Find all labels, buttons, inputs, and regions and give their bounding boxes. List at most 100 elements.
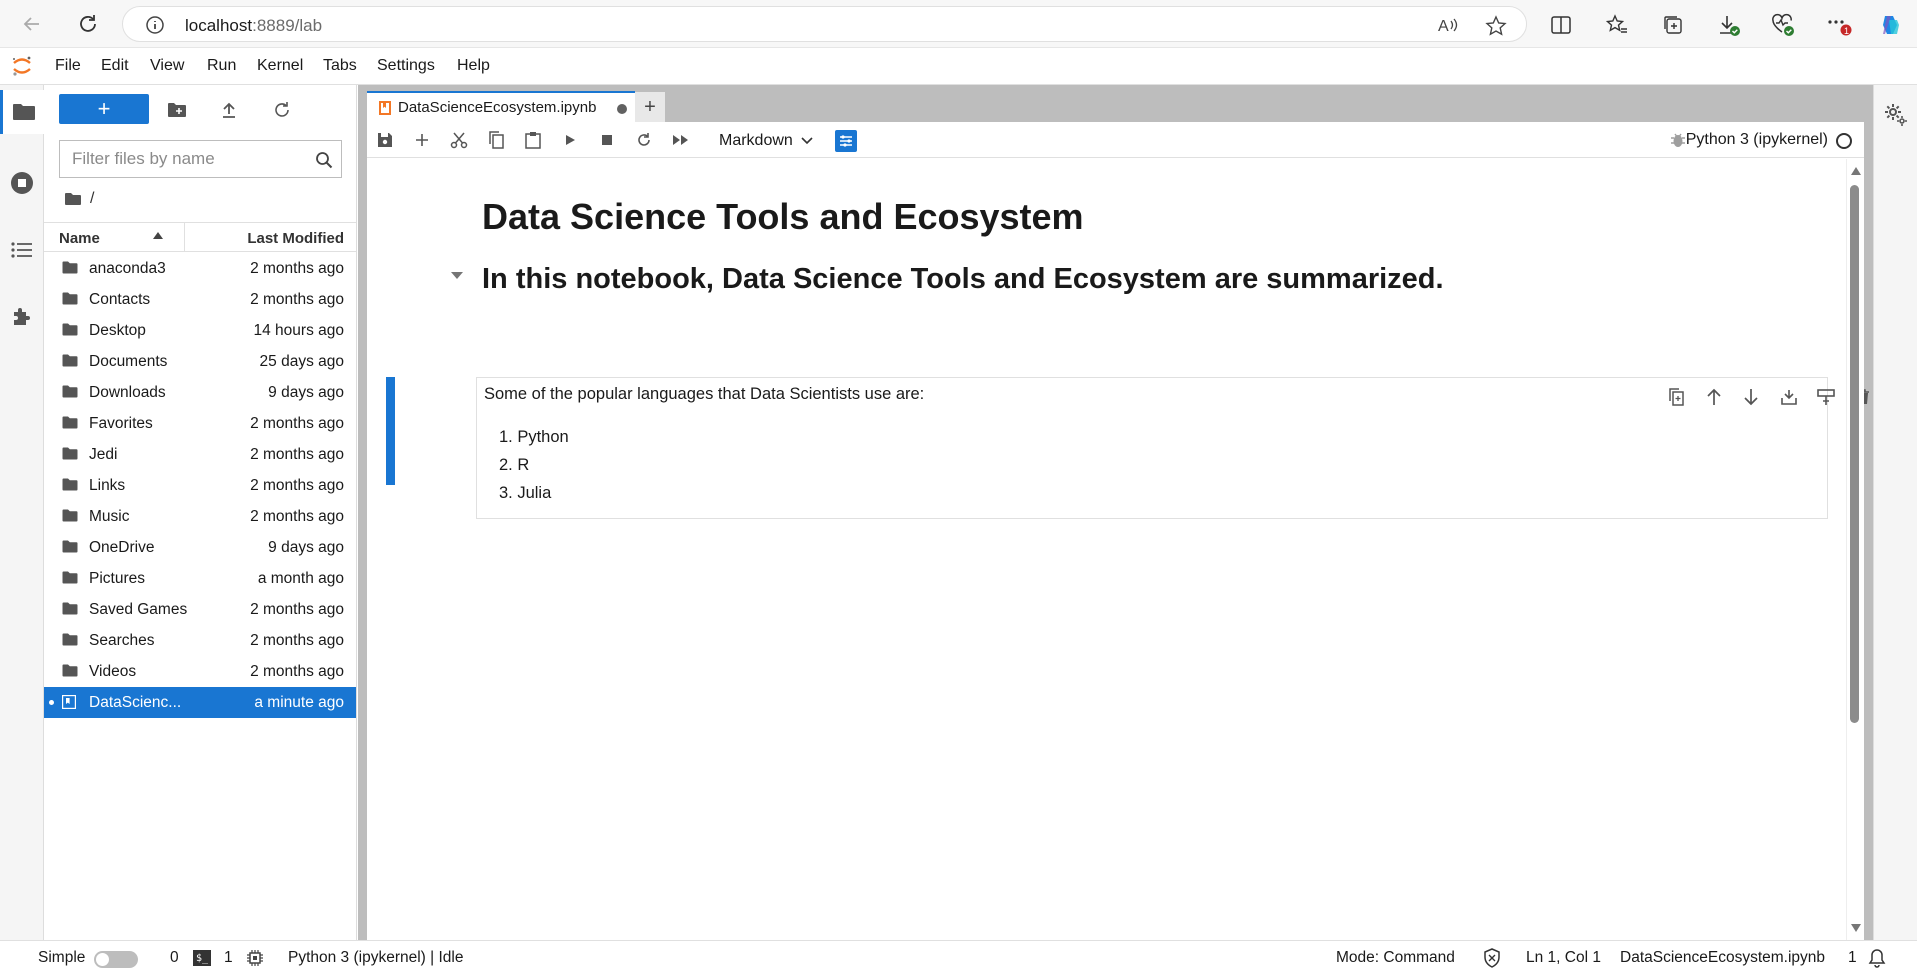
- tab-notebook[interactable]: DataScienceEcosystem.ipynb: [367, 91, 635, 122]
- file-name: Videos: [89, 663, 137, 680]
- file-row[interactable]: Contacts 2 months ago: [44, 284, 356, 315]
- file-row[interactable]: OneDrive 9 days ago: [44, 532, 356, 563]
- info-icon[interactable]: [145, 15, 165, 35]
- property-inspector-gear-icon[interactable]: [1884, 103, 1908, 127]
- running-indicator-icon: [49, 700, 54, 705]
- terminal-icon[interactable]: $_: [193, 950, 211, 966]
- paste-icon[interactable]: [521, 128, 545, 152]
- trusted-shield-icon[interactable]: [1483, 948, 1501, 968]
- insert-cell-icon[interactable]: [410, 128, 434, 152]
- sort-ascending-icon[interactable]: [152, 230, 164, 240]
- refresh-icon[interactable]: [74, 10, 102, 38]
- read-aloud-icon[interactable]: A: [1437, 15, 1459, 35]
- file-row[interactable]: anaconda3 2 months ago: [44, 253, 356, 284]
- cut-icon[interactable]: [447, 128, 471, 152]
- extension-manager-icon[interactable]: [0, 294, 44, 338]
- notification-count: 1: [1848, 949, 1857, 966]
- file-row[interactable]: Desktop 14 hours ago: [44, 315, 356, 346]
- svg-text:A: A: [1438, 18, 1449, 35]
- move-cell-up-icon[interactable]: [1702, 385, 1726, 409]
- file-row[interactable]: Jedi 2 months ago: [44, 439, 356, 470]
- file-row[interactable]: Music 2 months ago: [44, 501, 356, 532]
- menu-view[interactable]: View: [150, 57, 184, 75]
- file-row[interactable]: Searches 2 months ago: [44, 625, 356, 656]
- file-row[interactable]: Pictures a month ago: [44, 563, 356, 594]
- duplicate-cell-icon[interactable]: [1664, 385, 1688, 409]
- running-sessions-icon[interactable]: [0, 161, 44, 205]
- scroll-down-icon[interactable]: [1851, 924, 1861, 932]
- kernel-name-button[interactable]: Python 3 (ipykernel): [1686, 131, 1828, 149]
- column-name-header[interactable]: Name: [59, 230, 100, 247]
- new-tab-button[interactable]: +: [635, 92, 665, 122]
- address-bar[interactable]: localhost:8889/lab A: [122, 6, 1527, 42]
- file-row[interactable]: Downloads 9 days ago: [44, 377, 356, 408]
- menu-tabs[interactable]: Tabs: [323, 57, 357, 75]
- new-folder-icon[interactable]: [164, 97, 190, 123]
- kernel-chip-icon[interactable]: [246, 949, 264, 967]
- folder-icon: [62, 416, 78, 429]
- new-launcher-button[interactable]: +: [59, 94, 149, 124]
- copy-icon[interactable]: [484, 128, 508, 152]
- menu-kernel[interactable]: Kernel: [257, 57, 303, 75]
- file-modified: a minute ago: [254, 694, 344, 711]
- file-list: anaconda3 2 months ago Contacts 2 months ag…: [44, 253, 356, 718]
- notebook-scrollbar[interactable]: [1846, 159, 1864, 940]
- file-browser-tab-icon[interactable]: [0, 90, 44, 134]
- menu-edit[interactable]: Edit: [101, 57, 129, 75]
- restart-run-all-icon[interactable]: [669, 128, 693, 152]
- simple-mode-toggle[interactable]: [94, 951, 138, 968]
- cursor-position[interactable]: Ln 1, Col 1: [1526, 949, 1601, 967]
- refresh-files-icon[interactable]: [269, 97, 295, 123]
- browser-essentials-icon[interactable]: [1770, 12, 1796, 38]
- file-name: Links: [89, 477, 126, 494]
- column-divider[interactable]: [184, 223, 185, 251]
- favorite-star-icon[interactable]: [1485, 15, 1507, 37]
- more-menu-icon[interactable]: 1: [1826, 12, 1852, 38]
- list-item: 2. R: [499, 456, 530, 474]
- run-cell-icon[interactable]: [558, 128, 582, 152]
- copilot-icon[interactable]: [1878, 12, 1904, 38]
- downloads-icon[interactable]: [1716, 12, 1742, 38]
- split-screen-icon[interactable]: [1548, 12, 1574, 38]
- scroll-up-icon[interactable]: [1851, 167, 1861, 175]
- svg-text:1: 1: [1844, 26, 1849, 36]
- insert-cell-above-icon[interactable]: [1777, 385, 1801, 409]
- scrollbar-thumb[interactable]: [1850, 185, 1859, 723]
- interrupt-kernel-icon[interactable]: [595, 128, 619, 152]
- unsaved-indicator-icon[interactable]: [617, 104, 627, 114]
- menu-file[interactable]: File: [55, 57, 81, 75]
- filter-files-input[interactable]: [60, 141, 300, 177]
- property-inspector-icon[interactable]: [835, 130, 857, 152]
- menu-help[interactable]: Help: [457, 57, 490, 75]
- file-row[interactable]: Documents 25 days ago: [44, 346, 356, 377]
- breadcrumb[interactable]: /: [64, 190, 94, 208]
- terminals-count[interactable]: 0: [170, 949, 179, 967]
- file-row[interactable]: Saved Games 2 months ago: [44, 594, 356, 625]
- column-modified-header[interactable]: Last Modified: [247, 230, 344, 247]
- file-row[interactable]: Videos 2 months ago: [44, 656, 356, 687]
- file-row[interactable]: Links 2 months ago: [44, 470, 356, 501]
- collections-icon[interactable]: [1660, 12, 1686, 38]
- back-icon[interactable]: [18, 10, 46, 38]
- markdown-cell[interactable]: Some of the popular languages that Data …: [476, 377, 1869, 519]
- insert-cell-below-icon[interactable]: [1814, 385, 1838, 409]
- debugger-bug-icon[interactable]: [1670, 131, 1686, 149]
- active-cell-indicator[interactable]: [386, 377, 395, 485]
- notifications-bell-icon[interactable]: [1868, 948, 1886, 968]
- file-row[interactable]: DataScienc... a minute ago: [44, 687, 356, 718]
- upload-icon[interactable]: [216, 97, 242, 123]
- move-cell-down-icon[interactable]: [1739, 385, 1763, 409]
- table-of-contents-icon[interactable]: [0, 228, 44, 272]
- kernels-count[interactable]: 1: [224, 949, 233, 967]
- kernel-status-text[interactable]: Python 3 (ipykernel) | Idle: [288, 949, 463, 967]
- menu-run[interactable]: Run: [207, 57, 236, 75]
- menu-settings[interactable]: Settings: [377, 57, 435, 75]
- favorites-icon[interactable]: [1604, 12, 1630, 38]
- collapse-heading-icon[interactable]: [450, 271, 464, 281]
- save-icon[interactable]: [373, 128, 397, 152]
- folder-icon: [62, 261, 78, 274]
- file-row[interactable]: Favorites 2 months ago: [44, 408, 356, 439]
- cell-type-dropdown[interactable]: Markdown: [719, 129, 819, 153]
- file-modified: 9 days ago: [268, 539, 344, 556]
- restart-kernel-icon[interactable]: [632, 128, 656, 152]
